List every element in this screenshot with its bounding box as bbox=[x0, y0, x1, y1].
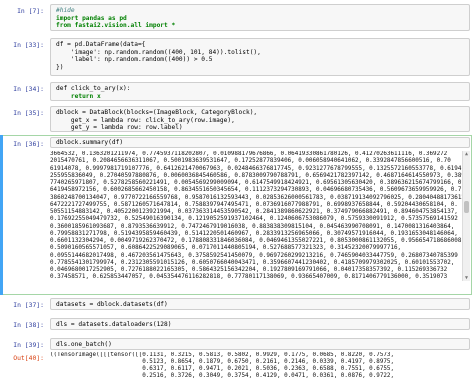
code-line: datasets = dblock.datasets(df) bbox=[56, 301, 168, 308]
code-line: import pandas as pd bbox=[56, 14, 127, 22]
code-line: get_y = lambda row: row.label) bbox=[56, 124, 183, 132]
scrollbar-thumb[interactable] bbox=[464, 201, 469, 213]
output-line: 6419458972156, 0.6002685662450158, 0.863… bbox=[50, 187, 462, 194]
cell-prompt: In [34]: bbox=[13, 85, 44, 93]
code-input[interactable]: dblock = DataBlock(blocks=(ImageBlock, C… bbox=[50, 106, 470, 132]
code-line: def click_to_ary(x): bbox=[56, 85, 131, 92]
output-line: ((TensorImage([[[tensor([[0.1131, 0.3215… bbox=[50, 352, 395, 358]
cell-datasets[interactable]: In [37]: datasets = dblock.datasets(df) bbox=[0, 296, 474, 312]
code-line: dblock = DataBlock(blocks=(ImageBlock, C… bbox=[56, 109, 258, 116]
output-line: 0.7785541301799974, 0.2312305591015126, … bbox=[50, 259, 455, 266]
cell-prompt: In [7]: bbox=[17, 7, 44, 15]
output-line: 0.3600185961093687, 0.8793536639912, 0.7… bbox=[50, 223, 455, 230]
cell-datablock[interactable]: In [35]: dblock = DataBlock(blocks=(Imag… bbox=[0, 104, 474, 132]
cell-prompt: In [36]: bbox=[13, 140, 44, 148]
output-line: 3860248700134047, 0.9770722166559768, 0.… bbox=[50, 194, 468, 201]
code-input[interactable]: dls.one_batch() bbox=[50, 338, 470, 350]
output-line: 50551154883142, 0.4052200123921994, 0.03… bbox=[50, 209, 458, 215]
output-line: 255955836049, 0.27040597880876, 0.006003… bbox=[50, 172, 465, 179]
output-line: 0.6317, 0.6117, 0.9471, 0.2021, 0.5036, … bbox=[50, 366, 395, 372]
cell-dataframe[interactable]: In [33]: df = pd.DataFrame(data={ 'image… bbox=[0, 36, 474, 78]
cell-imports[interactable]: In [7]: #hide import pandas as pd from f… bbox=[0, 2, 474, 32]
code-line: dls = datasets.dataloaders(128) bbox=[56, 321, 172, 328]
cell-one-batch[interactable]: In [39]: dls.one_batch() Out[40]: ((Tens… bbox=[0, 336, 474, 379]
output-line: 0.5123, 0.8654, 0.1879, 0.6750, 0.2161, … bbox=[50, 359, 395, 365]
output-line: 3664532, 0.1363201211974, 0.774593711820… bbox=[50, 151, 448, 157]
code-line: get_x = lambda row: click_to_ary(row.ima… bbox=[56, 116, 235, 124]
output-line: 0.37458571, 0.625853447057, 0.0453544761… bbox=[50, 274, 448, 281]
code-input[interactable]: datasets = dblock.datasets(df) bbox=[50, 298, 470, 310]
code-input[interactable]: dblock.summary(df) bbox=[50, 137, 470, 148]
code-input[interactable]: #hide import pandas as pd from fastai2.v… bbox=[50, 4, 470, 31]
cell-prompt: In [39]: bbox=[13, 341, 44, 349]
code-line: #hide bbox=[56, 7, 75, 14]
output-line: 0.17692255049479732, 0.52549016390134, 0… bbox=[50, 216, 458, 223]
code-line: dls.one_batch() bbox=[56, 341, 112, 348]
scroll-down-icon[interactable]: ▼ bbox=[463, 275, 470, 281]
scroll-up-icon[interactable]: ▲ bbox=[463, 151, 470, 157]
cell-prompt: In [33]: bbox=[13, 41, 44, 49]
output-line: 2015470761, 0.2084656636311067, 0.500198… bbox=[50, 158, 451, 165]
code-line: from fastai2.vision.all import * bbox=[56, 22, 176, 30]
code-line: }) bbox=[56, 63, 64, 71]
output-line: 0.0955144682017498, 0.467203561475643, 0… bbox=[50, 252, 458, 259]
output-scrollbar[interactable]: ▲ ▼ bbox=[462, 151, 470, 281]
cell-prompt: In [37]: bbox=[13, 301, 44, 309]
output-line: 61914078, 0.9997981719107776, 0.64126214… bbox=[50, 165, 462, 172]
output-line: 0.5090160565571057, 0.6086422529089065, … bbox=[50, 245, 402, 252]
output-line: 0.0469680017252905, 0.7276188022165305, … bbox=[50, 267, 448, 273]
summary-output: 3664532, 0.1363201211974, 0.774593711820… bbox=[50, 151, 468, 281]
output-line: 0.79958831271798, 0.5194395859460439, 0.… bbox=[50, 230, 458, 237]
cell-prompt: In [38]: bbox=[13, 321, 44, 329]
output-line: 0.6601132304294, 0.0049719262370472, 0.1… bbox=[50, 238, 462, 244]
output-line: 7740265971807, 0.5278258560221491, 0.005… bbox=[50, 180, 465, 186]
code-line: df = pd.DataFrame(data={ bbox=[56, 41, 146, 48]
code-input[interactable]: dls = datasets.dataloaders(128) bbox=[50, 318, 470, 330]
code-input[interactable]: def click_to_ary(x): return x bbox=[50, 82, 470, 101]
batch-output: ((TensorImage([[[tensor([[0.1131, 0.3215… bbox=[50, 352, 468, 380]
cell-prompt: In [35]: bbox=[13, 109, 44, 117]
cell-dataloaders[interactable]: In [38]: dls = datasets.dataloaders(128) bbox=[0, 316, 474, 332]
cell-click-to-ary[interactable]: In [34]: def click_to_ary(x): return x bbox=[0, 80, 474, 102]
output-prompt: Out[40]: bbox=[13, 354, 44, 362]
code-line: dblock.summary(df) bbox=[56, 139, 124, 146]
code-input[interactable]: df = pd.DataFrame(data={ 'image': np.ran… bbox=[50, 38, 470, 76]
code-line: 'image': np.random.random((400, 101, 84)… bbox=[56, 48, 261, 56]
code-line: 'label': np.random.random((400)) > 0.5 bbox=[56, 56, 213, 64]
cell-summary[interactable]: In [36]: dblock.summary(df) 3664532, 0.1… bbox=[0, 136, 474, 294]
output-line: 6472221727499755, 0.5871260571647814, 0.… bbox=[50, 201, 458, 208]
code-line: return x bbox=[56, 92, 101, 100]
